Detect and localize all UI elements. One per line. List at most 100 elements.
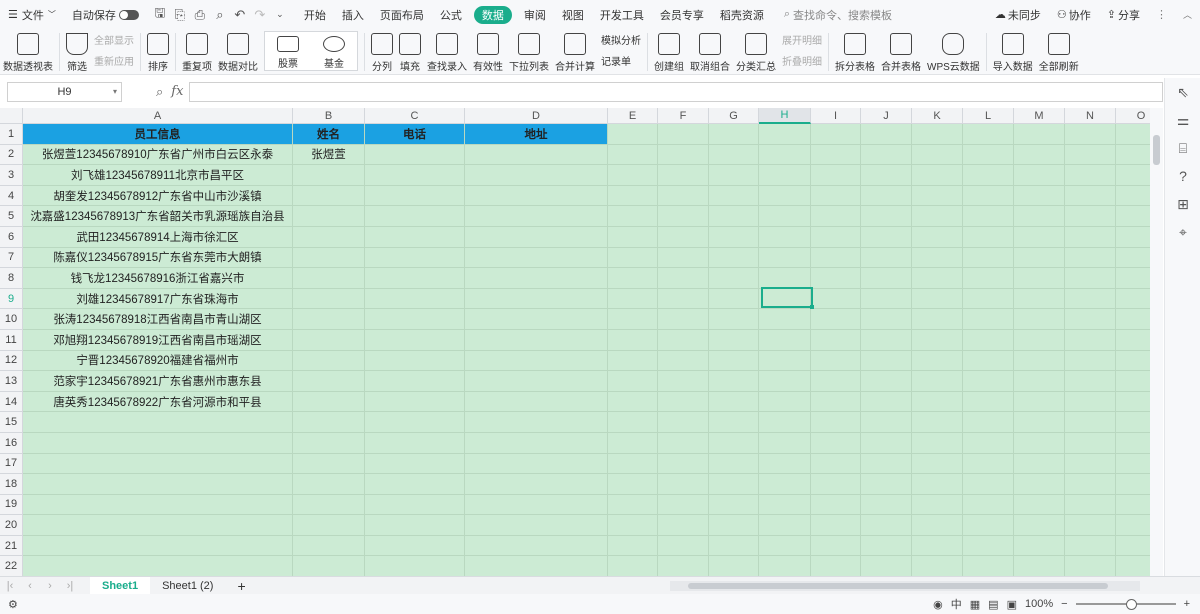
vertical-scrollbar[interactable] [1150,108,1163,576]
cell-M22[interactable] [1014,556,1065,576]
cell-D5[interactable] [465,206,608,227]
cell-I14[interactable] [811,391,861,413]
cell-C11[interactable] [365,329,465,351]
cell-G17[interactable] [709,453,759,475]
cell-L22[interactable] [963,556,1014,576]
cell-L2[interactable] [963,144,1014,166]
cell-E13[interactable] [608,371,658,392]
cell-A1[interactable]: 员工信息 [23,124,293,145]
cell-K11[interactable] [912,329,963,351]
row-header[interactable]: 8 [0,268,23,289]
cell-G9[interactable] [709,288,759,310]
cell-A4[interactable]: 胡奎发12345678912广东省中山市沙溪镇 [23,185,293,207]
cell-N12[interactable] [1065,350,1116,372]
filter-button[interactable]: 筛选 [63,29,91,73]
cell-A12[interactable]: 宁晋12345678920福建省福州市 [23,350,293,372]
cell-O14[interactable] [1116,392,1150,413]
cell-N21[interactable] [1065,535,1116,557]
cell-K17[interactable] [912,453,963,475]
cursor-icon[interactable]: ⇖ [1165,78,1200,106]
toggle-switch[interactable] [118,9,139,20]
cell-J18[interactable] [861,474,912,495]
tab-3[interactable]: 公式 [432,0,470,29]
cell-A5[interactable]: 沈嘉盛12345678913广东省韶关市乳源瑶族自治县 [23,206,293,227]
save-icon[interactable]: 🖫 [150,0,170,29]
cell-J14[interactable] [861,391,912,413]
undo-icon[interactable]: ↶ [230,0,250,29]
page-layout-icon[interactable]: ▤ [988,598,998,611]
cell-F2[interactable] [658,144,709,166]
spreadsheet-grid[interactable]: ABCDEFGHIJKLMNO 1 员工信息 姓名 电话 地址 2 张煜萱123456789… [0,108,1150,576]
cell-L11[interactable] [963,329,1014,351]
cell-B9[interactable] [293,288,365,310]
page-break-icon[interactable]: ▣ [1007,598,1017,611]
cell-E11[interactable] [608,329,658,351]
cell-K5[interactable] [912,206,963,227]
cell-O22[interactable] [1116,556,1150,576]
cell-A20[interactable] [23,515,293,536]
cell-B15[interactable] [293,412,365,433]
cell-G20[interactable] [709,515,759,536]
simulate-button[interactable]: 模拟分析 [601,32,641,47]
cell-J4[interactable] [861,185,912,207]
cell-L12[interactable] [963,350,1014,372]
cell-E15[interactable] [608,412,658,433]
cell-I7[interactable] [811,247,861,269]
cell-I4[interactable] [811,185,861,207]
cell-B4[interactable] [293,185,365,207]
cell-J17[interactable] [861,453,912,475]
cell-F11[interactable] [658,329,709,351]
cell-I15[interactable] [811,412,861,433]
cell-M7[interactable] [1014,247,1065,269]
cell-L8[interactable] [963,268,1014,289]
cell-B18[interactable] [293,474,365,495]
cell-N4[interactable] [1065,185,1116,207]
collab-button[interactable]: ⚇ 协作 [1049,0,1099,29]
cell-E2[interactable] [608,144,658,166]
cell-E21[interactable] [608,535,658,557]
cell-I11[interactable] [811,329,861,351]
cell-E22[interactable] [608,556,658,576]
consolidate-button[interactable]: 合并计算 [552,29,598,73]
sync-button[interactable]: ☁ 未同步 [987,0,1049,29]
cell-O3[interactable] [1116,165,1150,186]
cell-K12[interactable] [912,350,963,372]
cell-E18[interactable] [608,474,658,495]
cell-F19[interactable] [658,494,709,516]
cell-A2[interactable]: 张煜萱12345678910广东省广州市白云区永泰 [23,144,293,166]
cell-N18[interactable] [1065,474,1116,495]
cell-E12[interactable] [608,350,658,372]
cell-M18[interactable] [1014,474,1065,495]
cell-H6[interactable] [759,226,811,248]
cell-I5[interactable] [811,206,861,227]
expand-detail-button[interactable]: 展开明细 [782,32,822,47]
cell-D1[interactable]: 地址 [465,124,608,145]
cell-L5[interactable] [963,206,1014,227]
cell-A10[interactable]: 张涛12345678918江西省南昌市青山湖区 [23,309,293,330]
print-preview-icon[interactable]: ⌕ [210,0,230,29]
cell-C6[interactable] [365,226,465,248]
cell-J21[interactable] [861,535,912,557]
file-menu[interactable]: ☰ 文件 ﹀ [0,0,64,29]
duplicates-button[interactable]: 重复项 [179,29,215,73]
cell-K14[interactable] [912,391,963,413]
cell-H3[interactable] [759,165,811,186]
cell-L4[interactable] [963,185,1014,207]
next-sheet-icon[interactable]: › [40,580,60,592]
cell-G5[interactable] [709,206,759,227]
cell-H2[interactable] [759,144,811,166]
cell-M15[interactable] [1014,412,1065,433]
cell-M20[interactable] [1014,515,1065,536]
tab-8[interactable]: 会员专享 [652,0,712,29]
import-data-button[interactable]: 导入数据 [990,29,1036,73]
cell-M10[interactable] [1014,309,1065,330]
last-sheet-icon[interactable]: ›| [60,580,80,592]
cell-N15[interactable] [1065,412,1116,433]
cell-M17[interactable] [1014,453,1065,475]
cell-O18[interactable] [1116,474,1150,495]
cell-L10[interactable] [963,309,1014,330]
cell-N3[interactable] [1065,165,1116,186]
cell-B10[interactable] [293,309,365,330]
cell-N13[interactable] [1065,371,1116,392]
row-header[interactable]: 10 [0,309,23,330]
